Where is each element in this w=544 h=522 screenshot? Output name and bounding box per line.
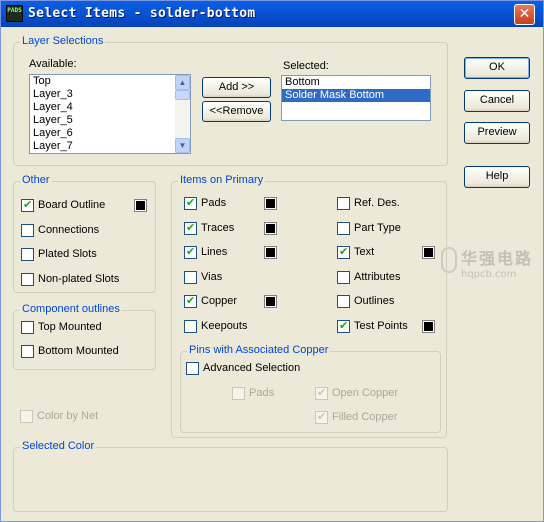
- lines-checkbox[interactable]: [184, 245, 197, 259]
- top-mounted-checkbox[interactable]: [21, 321, 34, 334]
- pads-checkbox[interactable]: [184, 196, 197, 210]
- layer-selections-legend: Layer Selections: [20, 35, 106, 47]
- list-item[interactable]: Bottom: [282, 76, 430, 89]
- filled-copper-label: Filled Copper: [332, 411, 398, 423]
- close-icon: ✕: [518, 6, 531, 22]
- list-item[interactable]: Solder Mask Bottom: [282, 89, 430, 102]
- available-list-scrollbar[interactable]: ▲ ▼: [175, 75, 190, 153]
- other-group: Other Board Outline Connections Plated Slo…: [13, 174, 156, 293]
- traces-label: Traces: [201, 221, 235, 234]
- outlines-checkbox[interactable]: [337, 295, 350, 308]
- open-copper-checkbox[interactable]: [315, 386, 328, 400]
- pins-with-associated-copper-group: Pins with Associated Copper Advanced Sel…: [180, 344, 441, 433]
- list-item[interactable]: Layer_6: [30, 127, 190, 140]
- text-checkbox[interactable]: [337, 245, 350, 259]
- board-outline-label: Board Outline: [38, 199, 106, 211]
- selected-label: Selected:: [283, 60, 329, 72]
- pins-pads-label: Pads: [249, 387, 275, 399]
- non-plated-slots-checkbox[interactable]: [21, 272, 34, 286]
- vias-label: Vias: [201, 270, 223, 283]
- traces-checkbox[interactable]: [184, 221, 197, 235]
- outlines-label: Outlines: [354, 295, 395, 307]
- watermark: 华强电路 hqpcb.com: [441, 245, 533, 280]
- available-layers-list[interactable]: Top Layer_3 Layer_4 Layer_5 Layer_6 Layer_7 ▲…: [29, 74, 191, 154]
- copper-checkbox[interactable]: [184, 294, 197, 308]
- help-button[interactable]: Help: [464, 166, 530, 188]
- pads-color-swatch[interactable]: [264, 197, 277, 210]
- traces-color-swatch[interactable]: [264, 221, 277, 235]
- pads-label: Pads: [201, 197, 227, 209]
- keepouts-label: Keepouts: [201, 319, 248, 332]
- items-on-primary-group: Items on Primary Pads Traces Lines Vias Copp…: [171, 174, 447, 438]
- list-item[interactable]: Layer_7: [30, 140, 190, 153]
- other-legend: Other: [20, 174, 52, 186]
- lines-label: Lines: [201, 246, 228, 258]
- selected-layers-list[interactable]: Bottom Solder Mask Bottom: [281, 75, 431, 121]
- bottom-mounted-label: Bottom Mounted: [38, 345, 119, 357]
- list-item[interactable]: Top: [30, 75, 190, 88]
- list-item[interactable]: Layer_3: [30, 88, 190, 101]
- watermark-url-text: hqpcb.com: [461, 269, 517, 280]
- lines-color-swatch[interactable]: [264, 246, 277, 259]
- component-outlines-legend: Component outlines: [20, 303, 122, 315]
- ok-button[interactable]: OK: [464, 57, 530, 79]
- selected-color-group: Selected Color: [13, 440, 448, 512]
- remove-layer-button[interactable]: <<Remove: [202, 101, 271, 122]
- test-points-label: Test Points: [354, 319, 408, 332]
- cancel-button[interactable]: Cancel: [464, 90, 530, 112]
- part-type-label: Part Type: [354, 221, 401, 234]
- pins-copper-legend: Pins with Associated Copper: [187, 344, 331, 356]
- close-button[interactable]: ✕: [514, 4, 535, 25]
- title-bar[interactable]: PADS Select Items - solder-bottom ✕: [1, 1, 543, 27]
- plated-slots-label: Plated Slots: [38, 248, 97, 260]
- selected-color-legend: Selected Color: [20, 440, 97, 452]
- list-item[interactable]: Layer_4: [30, 101, 190, 114]
- scroll-up-icon[interactable]: ▲: [175, 75, 190, 90]
- window-title: Select Items - solder-bottom: [28, 6, 256, 21]
- color-by-net-label: Color by Net: [37, 410, 99, 422]
- plated-slots-checkbox[interactable]: [21, 248, 34, 261]
- pins-pads-checkbox[interactable]: [232, 387, 245, 400]
- connections-checkbox[interactable]: [21, 223, 34, 237]
- copper-label: Copper: [201, 295, 238, 307]
- top-mounted-label: Top Mounted: [38, 321, 102, 333]
- advanced-selection-label: Advanced Selection: [203, 362, 301, 374]
- layer-selections-group: Layer Selections Available: Top Layer_3 La…: [13, 35, 448, 166]
- list-item[interactable]: Layer_5: [30, 114, 190, 127]
- text-color-swatch[interactable]: [422, 246, 435, 259]
- ref-des-checkbox[interactable]: [337, 197, 350, 210]
- pads-app-icon: PADS: [6, 5, 23, 22]
- select-items-dialog: PADS Select Items - solder-bottom ✕ Laye…: [0, 0, 544, 522]
- text-label: Text: [354, 246, 375, 258]
- keepouts-checkbox[interactable]: [184, 319, 197, 333]
- connections-label: Connections: [38, 223, 100, 236]
- color-by-net-checkbox[interactable]: [20, 410, 33, 423]
- preview-button[interactable]: Preview: [464, 122, 530, 144]
- advanced-selection-checkbox[interactable]: [186, 362, 199, 375]
- add-layer-button[interactable]: Add >>: [202, 77, 271, 98]
- items-on-primary-legend: Items on Primary: [178, 174, 266, 186]
- part-type-checkbox[interactable]: [337, 221, 350, 235]
- copper-color-swatch[interactable]: [264, 295, 277, 308]
- open-copper-label: Open Copper: [332, 387, 399, 399]
- scroll-thumb[interactable]: [175, 90, 190, 100]
- ref-des-label: Ref. Des.: [354, 197, 400, 209]
- bottom-mounted-checkbox[interactable]: [21, 345, 34, 358]
- board-outline-color-swatch[interactable]: [134, 199, 147, 212]
- attributes-checkbox[interactable]: [337, 270, 350, 284]
- component-outlines-group: Component outlines Top Mounted Bottom Mou…: [13, 303, 156, 370]
- filled-copper-checkbox[interactable]: [315, 410, 328, 424]
- vias-checkbox[interactable]: [184, 270, 197, 284]
- test-points-color-swatch[interactable]: [422, 319, 435, 333]
- board-outline-checkbox[interactable]: [21, 198, 34, 212]
- non-plated-slots-label: Non-plated Slots: [38, 272, 120, 285]
- watermark-logo-icon: [441, 247, 457, 273]
- attributes-label: Attributes: [354, 270, 401, 283]
- scroll-down-icon[interactable]: ▼: [175, 138, 190, 153]
- available-label: Available:: [29, 58, 77, 70]
- test-points-checkbox[interactable]: [337, 319, 350, 333]
